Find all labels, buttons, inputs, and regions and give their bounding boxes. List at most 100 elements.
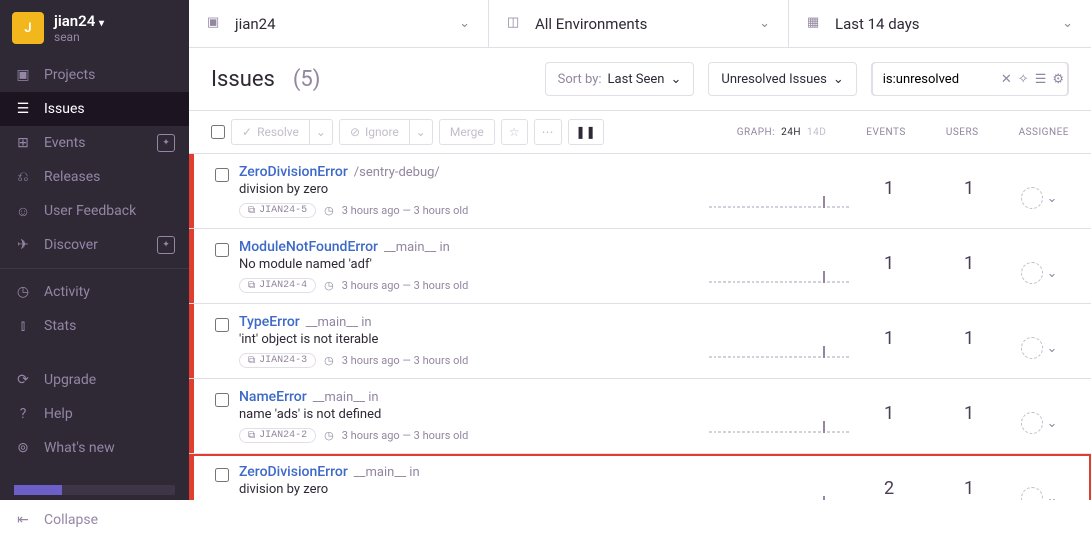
events-count: 1	[849, 403, 929, 443]
issue-id-tag[interactable]: ⧉JIAN24-4	[239, 278, 316, 293]
assignee-picker[interactable]: ⌄	[1009, 178, 1069, 218]
issue-row[interactable]: ModuleNotFoundError__main__ in No module…	[189, 229, 1091, 304]
list-icon[interactable]: ☰	[1035, 72, 1047, 87]
new-badge-icon: ✦	[157, 236, 175, 254]
issue-id-tag[interactable]: ⧉JIAN24-3	[239, 353, 316, 368]
nav-issues[interactable]: ☰Issues	[0, 92, 189, 126]
calendar-icon: ▦	[807, 15, 825, 33]
row-checkbox[interactable]	[215, 318, 229, 332]
assignee-picker[interactable]: ⌄	[1009, 403, 1069, 443]
severity-stripe	[189, 379, 194, 453]
row-checkbox[interactable]	[215, 393, 229, 407]
ignore-icon: ⊘	[350, 125, 360, 139]
ignore-more-button[interactable]: ⌄	[410, 119, 433, 145]
more-button[interactable]: ⋯	[534, 119, 562, 145]
nav-upgrade[interactable]: ⟳Upgrade	[0, 363, 189, 397]
assignee-picker[interactable]: ⌄	[1009, 328, 1069, 368]
issue-id-tag[interactable]: ⧉JIAN24-2	[239, 428, 316, 443]
user-menu[interactable]: J jian24 ▾ sean	[0, 0, 189, 54]
error-message: division by zero	[239, 482, 709, 497]
chevron-down-icon: ⌄	[1047, 416, 1058, 431]
error-message: 'int' object is not iterable	[239, 332, 709, 347]
avatar: J	[12, 12, 44, 44]
nav-events[interactable]: ⊞Events✦	[0, 126, 189, 160]
filter-dropdown[interactable]: Unresolved Issues ⌄	[708, 62, 856, 96]
graph-14d[interactable]: 14d	[807, 127, 826, 138]
bookmark-button[interactable]: ☆	[501, 119, 528, 145]
row-checkbox[interactable]	[215, 468, 229, 482]
nav-whatsnew[interactable]: ⊚What's new	[0, 431, 189, 465]
assignee-picker[interactable]: ⌄	[1009, 253, 1069, 293]
settings-icon[interactable]: ⚙	[1052, 72, 1064, 87]
error-location: __main__ in	[313, 390, 379, 405]
nav-projects[interactable]: ▣Projects	[0, 58, 189, 92]
error-type[interactable]: ZeroDivisionError	[239, 164, 348, 180]
graph-24h[interactable]: 24h	[781, 127, 801, 138]
error-type[interactable]: ZeroDivisionError	[239, 464, 348, 480]
clock-icon: ◷	[324, 204, 334, 217]
error-type[interactable]: ModuleNotFoundError	[239, 239, 378, 255]
chevron-down-icon: ⌄	[833, 72, 844, 87]
daterange-selector[interactable]: ▦ Last 14 days ⌄	[789, 0, 1091, 47]
nav-activity[interactable]: ◷Activity	[0, 275, 189, 309]
chevron-down-icon: ▾	[99, 18, 104, 29]
resolve-button[interactable]: ✓Resolve	[231, 119, 310, 145]
chevron-down-icon: ⌄	[759, 16, 770, 31]
severity-stripe	[189, 304, 194, 378]
unassigned-icon	[1021, 262, 1043, 284]
error-message: division by zero	[239, 182, 709, 197]
error-type[interactable]: TypeError	[239, 314, 300, 330]
issue-row[interactable]: TypeError__main__ in 'int' object is not…	[189, 304, 1091, 379]
link-icon: ⧉	[248, 430, 255, 441]
resolve-more-button[interactable]: ⌄	[310, 119, 333, 145]
chevron-down-icon: ⌄	[1062, 16, 1073, 31]
new-badge-icon: ✦	[157, 134, 175, 152]
stats-icon: ⫾	[14, 317, 32, 335]
search-input-wrap: ✕ ✧ ☰ ⚙	[871, 62, 1069, 96]
chevron-down-icon: ⌄	[670, 72, 681, 87]
pause-button[interactable]: ❚❚	[568, 119, 604, 145]
nav-help[interactable]: ?Help	[0, 397, 189, 431]
sort-dropdown[interactable]: Sort by: Last Seen ⌄	[545, 62, 695, 96]
row-checkbox[interactable]	[215, 168, 229, 182]
env-selector[interactable]: ◫ All Environments ⌄	[489, 0, 789, 47]
issue-time: 3 hours ago — 3 hours old	[342, 279, 469, 292]
chevron-down-icon: ⌄	[459, 16, 470, 31]
discover-icon: ✈	[14, 236, 32, 254]
merge-button[interactable]: Merge	[439, 119, 495, 145]
nav-discover[interactable]: ✈Discover✦	[0, 228, 189, 262]
sidebar: J jian24 ▾ sean ▣Projects ☰Issues ⊞Event…	[0, 0, 189, 500]
feedback-icon: ☺	[14, 202, 32, 220]
nav-stats[interactable]: ⫾Stats	[0, 309, 189, 343]
severity-stripe	[189, 229, 194, 303]
ignore-button[interactable]: ⊘Ignore	[339, 119, 410, 145]
sparkline	[709, 403, 849, 433]
error-location: /sentry-debug/	[354, 165, 440, 180]
activity-icon: ◷	[14, 283, 32, 301]
issue-row[interactable]: ZeroDivisionError/sentry-debug/ division…	[189, 154, 1091, 229]
issue-row[interactable]: ZeroDivisionError__main__ in division by…	[189, 454, 1091, 500]
issue-row[interactable]: NameError__main__ in name 'ads' is not d…	[189, 379, 1091, 454]
nav-collapse[interactable]: ⇤Collapse	[14, 503, 175, 537]
quota-bar	[14, 485, 175, 495]
issue-count: (5)	[293, 67, 321, 92]
issue-id-tag[interactable]: ⧉JIAN24-5	[239, 203, 316, 218]
select-all-checkbox[interactable]	[211, 125, 225, 139]
link-icon: ⧉	[248, 205, 255, 216]
row-checkbox[interactable]	[215, 243, 229, 257]
nav-releases[interactable]: ⎌Releases	[0, 160, 189, 194]
nav-feedback[interactable]: ☺User Feedback	[0, 194, 189, 228]
user-sub: sean	[54, 30, 104, 44]
collapse-icon: ⇤	[14, 511, 32, 529]
assignee-picker[interactable]: ⌄	[1009, 478, 1069, 500]
project-selector[interactable]: ▣ jian24 ⌄	[189, 0, 489, 47]
pin-icon[interactable]: ✧	[1018, 72, 1029, 87]
chevron-down-icon: ⌄	[1047, 191, 1058, 206]
severity-stripe	[189, 154, 194, 228]
error-type[interactable]: NameError	[239, 389, 307, 405]
broadcast-icon: ⊚	[14, 439, 32, 457]
severity-stripe	[189, 454, 194, 500]
col-events: Events	[866, 127, 906, 138]
clear-icon[interactable]: ✕	[1001, 72, 1012, 87]
chevron-down-icon: ⌄	[1047, 341, 1058, 356]
